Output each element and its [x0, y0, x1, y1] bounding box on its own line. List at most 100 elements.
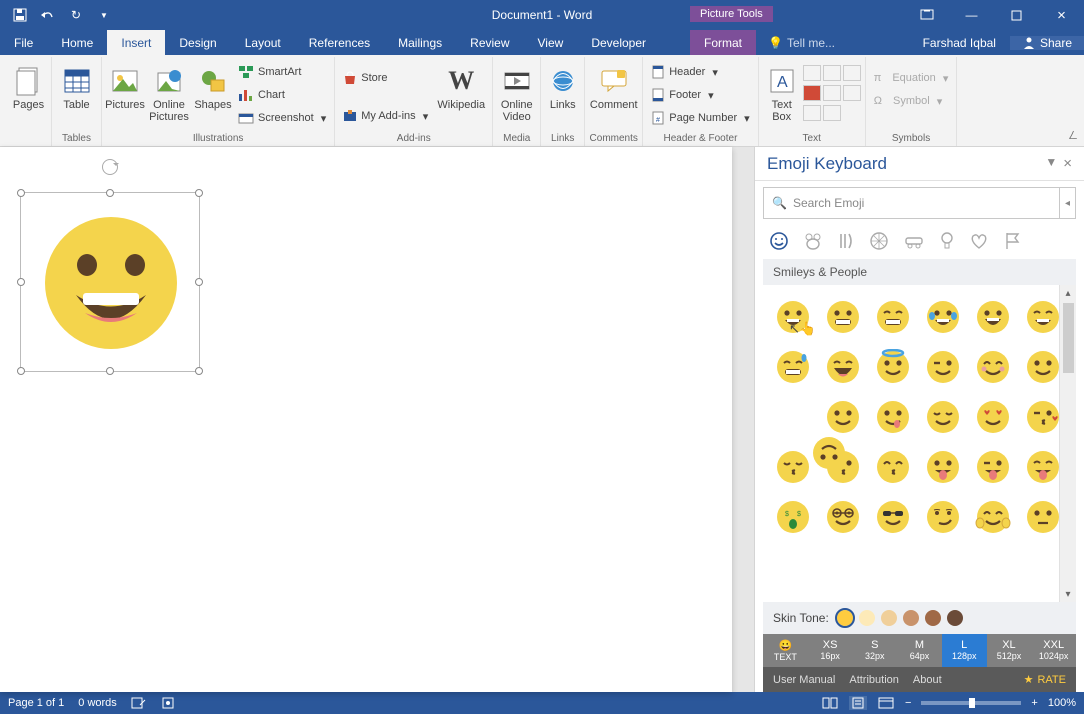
resize-handle[interactable] — [17, 367, 25, 375]
emoji-item[interactable] — [921, 395, 965, 439]
emoji-item[interactable]: $$ — [771, 495, 815, 539]
zoom-out-icon[interactable]: − — [905, 697, 911, 709]
resize-handle[interactable] — [17, 278, 25, 286]
object-icon[interactable] — [843, 85, 861, 101]
share-button[interactable]: Share — [1010, 36, 1084, 50]
category-symbols-icon[interactable] — [969, 232, 989, 250]
category-objects-icon[interactable] — [939, 231, 955, 251]
links-button[interactable]: Links — [544, 61, 582, 115]
document-canvas[interactable] — [0, 147, 754, 692]
size-option[interactable]: XXL1024px — [1031, 634, 1076, 667]
size-option[interactable]: M64px — [897, 634, 942, 667]
emoji-item[interactable] — [771, 395, 815, 439]
category-activity-icon[interactable] — [869, 231, 889, 251]
emoji-item[interactable] — [871, 295, 915, 339]
category-smileys-icon[interactable] — [769, 231, 789, 251]
read-mode-icon[interactable] — [821, 696, 839, 710]
emoji-item[interactable] — [871, 345, 915, 389]
category-flags-icon[interactable] — [1003, 231, 1021, 251]
rotate-handle-icon[interactable] — [102, 159, 118, 175]
online-video-button[interactable]: Online Video — [498, 61, 536, 127]
table-button[interactable]: Table — [58, 61, 96, 115]
tab-design[interactable]: Design — [165, 30, 230, 55]
skin-tone-option[interactable] — [881, 610, 897, 626]
skin-tone-option[interactable] — [903, 610, 919, 626]
store-button[interactable]: Store — [339, 67, 432, 89]
tell-me-input[interactable]: 💡 Tell me... — [756, 30, 847, 55]
emoji-item[interactable] — [771, 345, 815, 389]
screenshot-button[interactable]: Screenshot ▾ — [234, 107, 330, 129]
pane-close-icon[interactable]: × — [1063, 155, 1072, 172]
emoji-item[interactable] — [821, 295, 865, 339]
macro-icon[interactable] — [161, 696, 175, 710]
qat-dropdown-icon[interactable]: ▼ — [92, 3, 116, 27]
size-option[interactable]: XS16px — [808, 634, 853, 667]
resize-handle[interactable] — [106, 367, 114, 375]
tab-home[interactable]: Home — [47, 30, 107, 55]
wikipedia-button[interactable]: W Wikipedia — [434, 61, 488, 115]
shapes-button[interactable]: Shapes — [194, 61, 232, 115]
drop-cap-icon[interactable] — [843, 65, 861, 81]
smartart-button[interactable]: SmartArt — [234, 61, 330, 83]
tab-review[interactable]: Review — [456, 30, 523, 55]
category-food-icon[interactable] — [837, 231, 855, 251]
maximize-icon[interactable] — [994, 0, 1039, 30]
tab-mailings[interactable]: Mailings — [384, 30, 456, 55]
emoji-item[interactable] — [971, 495, 1015, 539]
zoom-slider[interactable] — [921, 701, 1021, 705]
resize-handle[interactable] — [195, 189, 203, 197]
comment-button[interactable]: Comment — [587, 61, 641, 115]
emoji-item[interactable] — [971, 345, 1015, 389]
resize-handle[interactable] — [195, 278, 203, 286]
wordart-icon[interactable] — [823, 65, 841, 81]
emoji-item[interactable] — [821, 495, 865, 539]
emoji-item[interactable] — [871, 395, 915, 439]
skin-tone-option[interactable] — [947, 610, 963, 626]
size-option[interactable]: XL512px — [987, 634, 1032, 667]
pane-dropdown-icon[interactable]: ▼ — [1045, 155, 1057, 172]
web-layout-icon[interactable] — [877, 696, 895, 710]
skin-tone-option[interactable] — [859, 610, 875, 626]
footer-button[interactable]: Footer ▾ — [647, 84, 753, 106]
emoji-item[interactable] — [921, 295, 965, 339]
quick-parts-icon[interactable] — [803, 65, 821, 81]
zoom-in-icon[interactable]: + — [1031, 697, 1037, 709]
text-misc2-icon[interactable] — [823, 105, 841, 121]
user-manual-link[interactable]: User Manual — [773, 674, 835, 686]
emoji-item[interactable] — [921, 345, 965, 389]
emoji-item[interactable] — [971, 395, 1015, 439]
emoji-item[interactable] — [821, 395, 865, 439]
spellcheck-icon[interactable] — [131, 696, 147, 710]
signature-icon[interactable] — [803, 85, 821, 101]
pictures-button[interactable]: Pictures — [106, 61, 144, 115]
emoji-item[interactable] — [971, 445, 1015, 489]
size-option[interactable]: L128px — [942, 634, 987, 667]
ribbon-display-options-icon[interactable] — [904, 0, 949, 30]
scrollbar[interactable]: ▴ ▾ — [1059, 285, 1076, 602]
tab-format[interactable]: Format — [690, 30, 756, 55]
resize-handle[interactable] — [195, 367, 203, 375]
size-option[interactable]: S32px — [852, 634, 897, 667]
attribution-link[interactable]: Attribution — [849, 674, 899, 686]
scroll-thumb[interactable] — [1063, 303, 1074, 373]
scroll-up-icon[interactable]: ▴ — [1065, 285, 1070, 301]
emoji-item[interactable] — [821, 345, 865, 389]
user-name[interactable]: Farshad Iqbal — [923, 36, 996, 50]
tab-references[interactable]: References — [295, 30, 384, 55]
close-icon[interactable]: × — [1039, 0, 1084, 30]
undo-icon[interactable] — [36, 3, 60, 27]
online-pictures-button[interactable]: Online Pictures — [146, 61, 192, 127]
emoji-item[interactable] — [921, 445, 965, 489]
zoom-knob[interactable] — [969, 698, 975, 708]
emoji-item[interactable] — [921, 495, 965, 539]
page-indicator[interactable]: Page 1 of 1 — [8, 697, 64, 709]
minimize-icon[interactable]: — — [949, 0, 994, 30]
rate-button[interactable]: ★RATE — [1024, 673, 1066, 686]
resize-handle[interactable] — [17, 189, 25, 197]
chart-button[interactable]: Chart — [234, 84, 330, 106]
expand-pane-icon[interactable]: ◂ — [1060, 187, 1076, 219]
skin-tone-option[interactable] — [837, 610, 853, 626]
tab-insert[interactable]: Insert — [107, 30, 165, 55]
zoom-level[interactable]: 100% — [1048, 697, 1076, 709]
word-count[interactable]: 0 words — [78, 697, 117, 709]
